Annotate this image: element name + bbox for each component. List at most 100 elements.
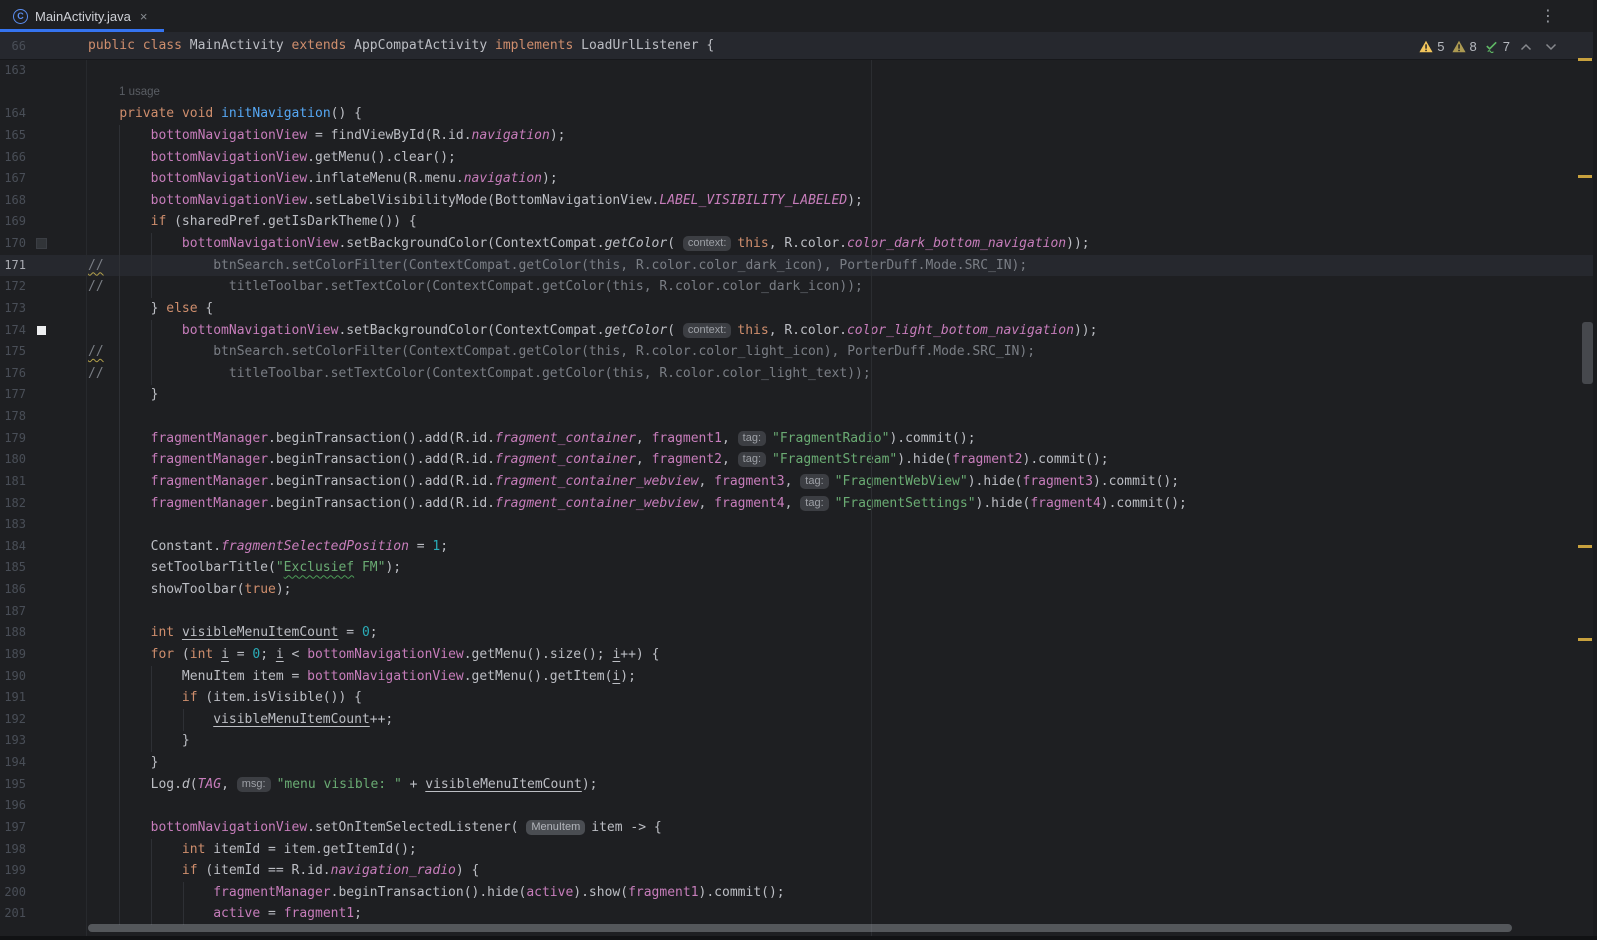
code-line[interactable]: 190 MenuItem item = bottomNavigationView… — [0, 666, 1593, 688]
color-preview-light-icon[interactable] — [37, 326, 46, 335]
line-number[interactable]: 184 — [0, 536, 26, 558]
warnings-indicator[interactable]: 5 — [1419, 39, 1444, 54]
code-line[interactable]: 200 fragmentManager.beginTransaction().h… — [0, 882, 1593, 904]
line-number[interactable]: 188 — [0, 622, 26, 644]
warning-stripe-mark[interactable] — [1578, 638, 1592, 641]
code-line[interactable]: 183 — [0, 514, 1593, 536]
line-number[interactable]: 194 — [0, 752, 26, 774]
line-number[interactable]: 164 — [0, 103, 26, 125]
code-line[interactable]: 187 — [0, 601, 1593, 623]
line-number[interactable]: 189 — [0, 644, 26, 666]
code-line[interactable]: 181 fragmentManager.beginTransaction().a… — [0, 471, 1593, 493]
code-line[interactable]: 169 if (sharedPref.getIsDarkTheme()) { — [0, 211, 1593, 233]
code-line[interactable]: 194 } — [0, 752, 1593, 774]
code-line[interactable]: 188 int visibleMenuItemCount = 0; — [0, 622, 1593, 644]
kebab-menu-icon[interactable]: ⋮ — [1540, 5, 1556, 27]
line-number[interactable]: 166 — [0, 147, 26, 169]
vertical-scrollbar-thumb[interactable] — [1582, 322, 1593, 384]
line-number[interactable]: 168 — [0, 190, 26, 212]
code-line[interactable]: 174 bottomNavigationView.setBackgroundCo… — [0, 320, 1593, 342]
code-line[interactable]: 189 for (int i = 0; i < bottomNavigation… — [0, 644, 1593, 666]
code-line[interactable]: 179 fragmentManager.beginTransaction().a… — [0, 428, 1593, 450]
line-number[interactable]: 182 — [0, 493, 26, 515]
code-line[interactable]: 177 } — [0, 384, 1593, 406]
code-line[interactable]: 173 } else { — [0, 298, 1593, 320]
code-line[interactable]: 164 private void initNavigation() { — [0, 103, 1593, 125]
code-line[interactable]: 170 bottomNavigationView.setBackgroundCo… — [0, 233, 1593, 255]
line-number[interactable]: 173 — [0, 298, 26, 320]
code-line[interactable]: 167 bottomNavigationView.inflateMenu(R.m… — [0, 168, 1593, 190]
line-number[interactable]: 167 — [0, 168, 26, 190]
code-line[interactable]: 201 active = fragment1; — [0, 903, 1593, 925]
code-line[interactable]: 165 bottomNavigationView = findViewById(… — [0, 125, 1593, 147]
code-line[interactable]: 176// titleToolbar.setTextColor(ContextC… — [0, 363, 1593, 385]
line-number[interactable]: 196 — [0, 795, 26, 817]
next-issue-button[interactable] — [1542, 43, 1560, 51]
line-number[interactable]: 169 — [0, 211, 26, 233]
line-number[interactable]: 191 — [0, 687, 26, 709]
line-number[interactable]: 170 — [0, 233, 26, 255]
warning-stripe-mark[interactable] — [1578, 545, 1592, 548]
inspections-widget[interactable]: 5 8 7 — [1419, 36, 1560, 57]
code-line[interactable]: 172// titleToolbar.setTextColor(ContextC… — [0, 276, 1593, 298]
code-line[interactable]: 192 visibleMenuItemCount++; — [0, 709, 1593, 731]
line-number[interactable]: 201 — [0, 903, 26, 925]
line-number[interactable]: 199 — [0, 860, 26, 882]
code-line[interactable]: 166 bottomNavigationView.getMenu().clear… — [0, 147, 1593, 169]
warning-stripe-mark[interactable] — [1578, 58, 1592, 61]
line-number[interactable]: 197 — [0, 817, 26, 839]
line-number[interactable]: 190 — [0, 666, 26, 688]
weak-warnings-indicator[interactable]: 8 — [1452, 39, 1477, 54]
line-number[interactable]: 187 — [0, 601, 26, 623]
usages-hint[interactable]: 1 usage — [119, 82, 160, 104]
line-number[interactable]: 192 — [0, 709, 26, 731]
code-line[interactable]: 198 int itemId = item.getItemId(); — [0, 839, 1593, 861]
line-number[interactable]: 175 — [0, 341, 26, 363]
close-icon[interactable]: × — [140, 9, 148, 24]
prev-issue-button[interactable] — [1517, 43, 1535, 51]
line-number[interactable]: 172 — [0, 276, 26, 298]
horizontal-scrollbar-thumb[interactable] — [88, 924, 1512, 932]
line-number[interactable] — [0, 82, 26, 104]
line-number[interactable]: 193 — [0, 730, 26, 752]
line-number[interactable]: 195 — [0, 774, 26, 796]
line-number[interactable]: 171 — [0, 255, 26, 277]
line-number[interactable]: 179 — [0, 428, 26, 450]
sticky-class-declaration[interactable]: 66 public class MainActivity extends App… — [0, 32, 1597, 60]
code-line[interactable]: 199 if (itemId == R.id.navigation_radio)… — [0, 860, 1593, 882]
code-line[interactable]: 180 fragmentManager.beginTransaction().a… — [0, 449, 1593, 471]
line-number[interactable]: 181 — [0, 471, 26, 493]
code-line[interactable]: 178 — [0, 406, 1593, 428]
code-line[interactable]: 197 bottomNavigationView.setOnItemSelect… — [0, 817, 1593, 839]
code-line[interactable]: 195 Log.d(TAG, msg:"menu visible: " + vi… — [0, 774, 1593, 796]
line-number[interactable]: 183 — [0, 514, 26, 536]
line-number[interactable]: 176 — [0, 363, 26, 385]
code-line[interactable]: 184 Constant.fragmentSelectedPosition = … — [0, 536, 1593, 558]
line-number[interactable]: 178 — [0, 406, 26, 428]
tab-mainactivity[interactable]: C MainActivity.java × — [0, 0, 164, 32]
line-number[interactable]: 177 — [0, 384, 26, 406]
warning-stripe-mark[interactable] — [1578, 175, 1592, 178]
line-number[interactable]: 185 — [0, 557, 26, 579]
line-number[interactable]: 200 — [0, 882, 26, 904]
code-line[interactable]: 193 } — [0, 730, 1593, 752]
line-number[interactable]: 163 — [0, 60, 26, 82]
code-line[interactable]: 191 if (item.isVisible()) { — [0, 687, 1593, 709]
code-line[interactable]: 182 fragmentManager.beginTransaction().a… — [0, 493, 1593, 515]
code-line[interactable]: 196 — [0, 795, 1593, 817]
code-line[interactable]: 163 — [0, 60, 1593, 82]
typos-indicator[interactable]: 7 — [1484, 39, 1510, 54]
code-line[interactable]: 168 bottomNavigationView.setLabelVisibil… — [0, 190, 1593, 212]
line-number[interactable]: 180 — [0, 449, 26, 471]
line-number[interactable]: 186 — [0, 579, 26, 601]
code-line-caret[interactable]: 171// btnSearch.setColorFilter(ContextCo… — [0, 255, 1593, 277]
line-number[interactable]: 174 — [0, 320, 26, 342]
line-number[interactable]: 165 — [0, 125, 26, 147]
code-line[interactable]: 186 showToolbar(true); — [0, 579, 1593, 601]
color-preview-dark-icon[interactable] — [37, 239, 46, 248]
code-line[interactable]: 175// btnSearch.setColorFilter(ContextCo… — [0, 341, 1593, 363]
code-line[interactable]: 185 setToolbarTitle("Exclusief FM"); — [0, 557, 1593, 579]
line-number[interactable]: 198 — [0, 839, 26, 861]
code-line[interactable]: 1 usage — [0, 82, 1593, 104]
code-editor[interactable]: 163 1 usage164 private void initNavigatio… — [0, 60, 1597, 940]
